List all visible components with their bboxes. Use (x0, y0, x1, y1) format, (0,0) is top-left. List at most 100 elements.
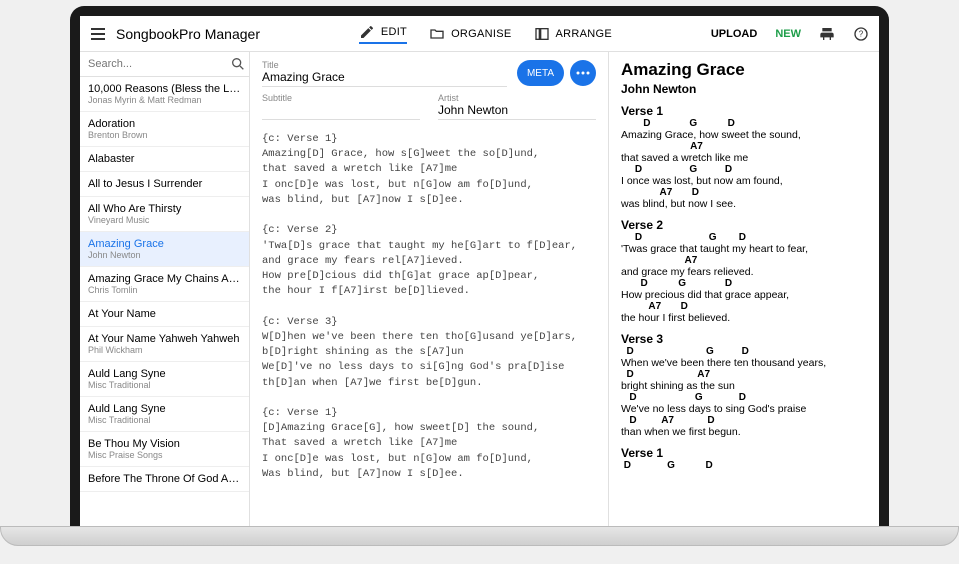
subtitle-value[interactable] (262, 103, 420, 117)
song-subtitle: Misc Traditional (88, 415, 241, 425)
chordpro-editor[interactable]: {c: Verse 1} Amazing[D] Grace, how s[G]w… (262, 132, 596, 518)
song-title: Before The Throne Of God Ab… (88, 473, 241, 485)
chord-line: A7 D (621, 301, 867, 312)
new-button[interactable]: NEW (775, 28, 801, 40)
artist-label: Artist (438, 93, 596, 103)
lyric-line: 'Twas grace that taught my heart to fear… (621, 243, 867, 255)
help-icon[interactable]: ? (853, 26, 869, 42)
song-subtitle: Vineyard Music (88, 215, 241, 225)
tab-edit[interactable]: EDIT (359, 24, 407, 44)
song-subtitle: Chris Tomlin (88, 285, 241, 295)
song-title: Auld Lang Syne (88, 403, 241, 415)
section-label: Verse 2 (621, 218, 867, 232)
chord-line: D G D (621, 392, 867, 403)
song-subtitle: Jonas Myrin & Matt Redman (88, 95, 241, 105)
menu-icon[interactable] (90, 26, 106, 42)
subtitle-field[interactable]: Subtitle (262, 93, 420, 120)
search-input[interactable] (88, 58, 230, 70)
chord-line: A7 (621, 255, 867, 266)
preview-pane: Amazing Grace John Newton Verse 1 D G DA… (609, 52, 879, 526)
song-title: At Your Name Yahweh Yahweh (88, 333, 241, 345)
meta-button[interactable]: META (517, 60, 564, 86)
tab-edit-label: EDIT (381, 26, 407, 38)
song-list-sidebar: 10,000 Reasons (Bless the L…Jonas Myrin … (80, 52, 250, 526)
chord-line: A7 (621, 141, 867, 152)
song-title: All Who Are Thirsty (88, 203, 241, 215)
song-title: Be Thou My Vision (88, 438, 241, 450)
song-subtitle: Misc Praise Songs (88, 450, 241, 460)
list-item[interactable]: Auld Lang SyneMisc Traditional (80, 362, 249, 397)
list-item[interactable]: AdorationBrenton Brown (80, 112, 249, 147)
preview-section: Verse 1 D G D (621, 446, 867, 471)
list-item[interactable]: All Who Are ThirstyVineyard Music (80, 197, 249, 232)
tab-organise[interactable]: ORGANISE (429, 26, 511, 42)
lyric-line: How precious did that grace appear, (621, 289, 867, 301)
lyric-line: I once was lost, but now am found, (621, 175, 867, 187)
list-item[interactable]: All to Jesus I Surrender (80, 172, 249, 197)
lyric-line: When we've been there ten thousand years… (621, 357, 867, 369)
song-title: Alabaster (88, 153, 241, 165)
more-button[interactable] (570, 60, 596, 86)
list-item[interactable]: Amazing Grace My Chains Ar…Chris Tomlin (80, 267, 249, 302)
lyric-line: was blind, but now I see. (621, 198, 867, 210)
title-field[interactable]: Title Amazing Grace (262, 60, 507, 87)
tab-arrange-label: ARRANGE (556, 28, 613, 40)
title-label: Title (262, 60, 507, 70)
list-item[interactable]: At Your Name Yahweh YahwehPhil Wickham (80, 327, 249, 362)
song-title: Adoration (88, 118, 241, 130)
list-item[interactable]: 10,000 Reasons (Bless the L…Jonas Myrin … (80, 77, 249, 112)
song-title: All to Jesus I Surrender (88, 178, 241, 190)
artist-value[interactable]: John Newton (438, 103, 596, 117)
preview-section: Verse 2 D G D'Twas grace that taught my … (621, 218, 867, 324)
editor-pane: Title Amazing Grace META Subtitle (250, 52, 609, 526)
song-title: Amazing Grace My Chains Ar… (88, 273, 241, 285)
song-title: Auld Lang Syne (88, 368, 241, 380)
preview-artist: John Newton (621, 82, 867, 96)
svg-text:?: ? (859, 29, 864, 38)
lyric-line: that saved a wretch like me (621, 152, 867, 164)
chord-line: D G D (621, 164, 867, 175)
list-item[interactable]: Before The Throne Of God Ab… (80, 467, 249, 492)
song-subtitle: Phil Wickham (88, 345, 241, 355)
chord-line: D A7 (621, 369, 867, 380)
lyric-line: and grace my fears relieved. (621, 266, 867, 278)
chord-line: D G D (621, 278, 867, 289)
chord-line: D A7 D (621, 415, 867, 426)
lyric-line: the hour I first believed. (621, 312, 867, 324)
list-item[interactable]: Auld Lang SyneMisc Traditional (80, 397, 249, 432)
preview-section: Verse 3 D G D When we've been there ten t… (621, 332, 867, 438)
preview-section: Verse 1 D G DAmazing Grace, how sweet th… (621, 104, 867, 210)
artist-field[interactable]: Artist John Newton (438, 93, 596, 120)
chord-line: D G D (621, 118, 867, 129)
list-item[interactable]: Amazing GraceJohn Newton (80, 232, 249, 267)
section-label: Verse 1 (621, 446, 867, 460)
tab-organise-label: ORGANISE (451, 28, 511, 40)
laptop-base (0, 526, 959, 546)
folder-icon (429, 26, 445, 42)
title-value[interactable]: Amazing Grace (262, 70, 507, 84)
lyric-line: Amazing Grace, how sweet the sound, (621, 129, 867, 141)
lyric-line: bright shining as the sun (621, 380, 867, 392)
list-item[interactable]: Alabaster (80, 147, 249, 172)
song-title: 10,000 Reasons (Bless the L… (88, 83, 241, 95)
chord-line: D G D (621, 460, 867, 471)
app-title: SongbookPro Manager (116, 26, 260, 42)
chord-line: A7 D (621, 187, 867, 198)
song-subtitle: Misc Traditional (88, 380, 241, 390)
song-subtitle: John Newton (88, 250, 241, 260)
tab-arrange[interactable]: ARRANGE (534, 26, 613, 42)
search-icon[interactable] (230, 56, 246, 72)
list-item[interactable]: Be Thou My VisionMisc Praise Songs (80, 432, 249, 467)
section-label: Verse 3 (621, 332, 867, 346)
song-title: At Your Name (88, 308, 241, 320)
top-bar: SongbookPro Manager EDIT ORGANISE ARRANG… (80, 16, 879, 52)
song-title: Amazing Grace (88, 238, 241, 250)
upload-button[interactable]: UPLOAD (711, 28, 757, 40)
song-subtitle: Brenton Brown (88, 130, 241, 140)
section-label: Verse 1 (621, 104, 867, 118)
chord-line: D G D (621, 232, 867, 243)
print-icon[interactable] (819, 26, 835, 42)
lyric-line: than when we first begun. (621, 426, 867, 438)
list-item[interactable]: At Your Name (80, 302, 249, 327)
lyric-line: We've no less days to sing God's praise (621, 403, 867, 415)
